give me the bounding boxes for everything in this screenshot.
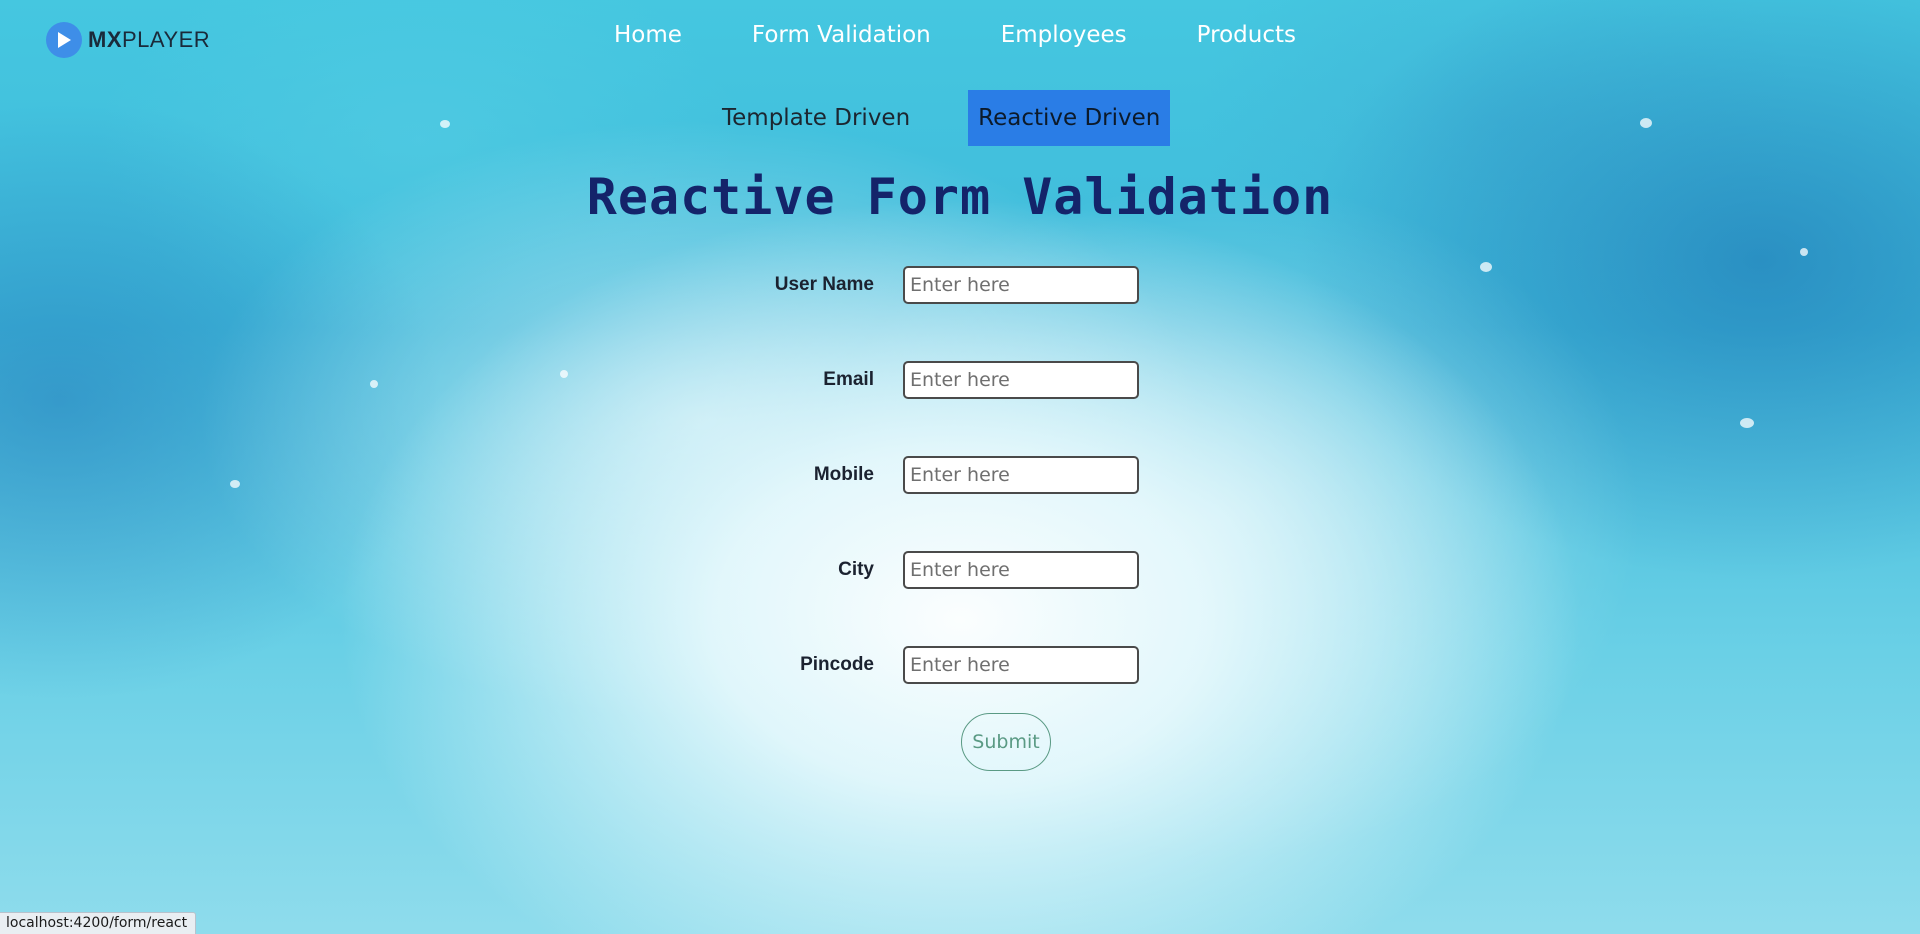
form-row-city: City: [0, 551, 1920, 589]
submit-button[interactable]: Submit: [961, 713, 1051, 771]
background-speck: [1640, 118, 1652, 128]
tab-template-driven[interactable]: Template Driven: [712, 90, 920, 146]
nav-item-employees[interactable]: Employees: [1001, 22, 1127, 48]
mobile-label: Mobile: [813, 464, 874, 485]
email-input[interactable]: [903, 361, 1139, 399]
sub-nav: Template Driven Reactive Driven: [712, 90, 1171, 146]
background-speck: [1800, 248, 1808, 256]
form-row-username: User Name: [0, 266, 1920, 304]
status-bar-url: localhost:4200/form/react: [0, 912, 197, 934]
play-icon: [46, 22, 82, 58]
page-title: Reactive Form Validation: [586, 168, 1334, 226]
form-row-email: Email: [0, 361, 1920, 399]
nav-item-home[interactable]: Home: [614, 22, 682, 48]
email-label: Email: [823, 369, 874, 390]
brand-logo[interactable]: MXPLAYER: [46, 22, 210, 58]
background-speck: [1740, 418, 1754, 428]
mobile-input[interactable]: [903, 456, 1139, 494]
form-row-mobile: Mobile: [0, 456, 1920, 494]
nav-item-products[interactable]: Products: [1197, 22, 1296, 48]
background-speck: [440, 120, 450, 128]
form-row-pincode: Pincode: [0, 646, 1920, 684]
nav-item-form-validation[interactable]: Form Validation: [752, 22, 931, 48]
pincode-label: Pincode: [800, 654, 874, 675]
tab-reactive-driven[interactable]: Reactive Driven: [968, 90, 1171, 146]
brand-name: MXPLAYER: [88, 27, 211, 52]
main-nav: Home Form Validation Employees Products: [614, 22, 1296, 48]
pincode-input[interactable]: [903, 646, 1139, 684]
username-label: User Name: [774, 274, 874, 295]
username-input[interactable]: [903, 266, 1139, 304]
city-label: City: [838, 559, 874, 580]
city-input[interactable]: [903, 551, 1139, 589]
